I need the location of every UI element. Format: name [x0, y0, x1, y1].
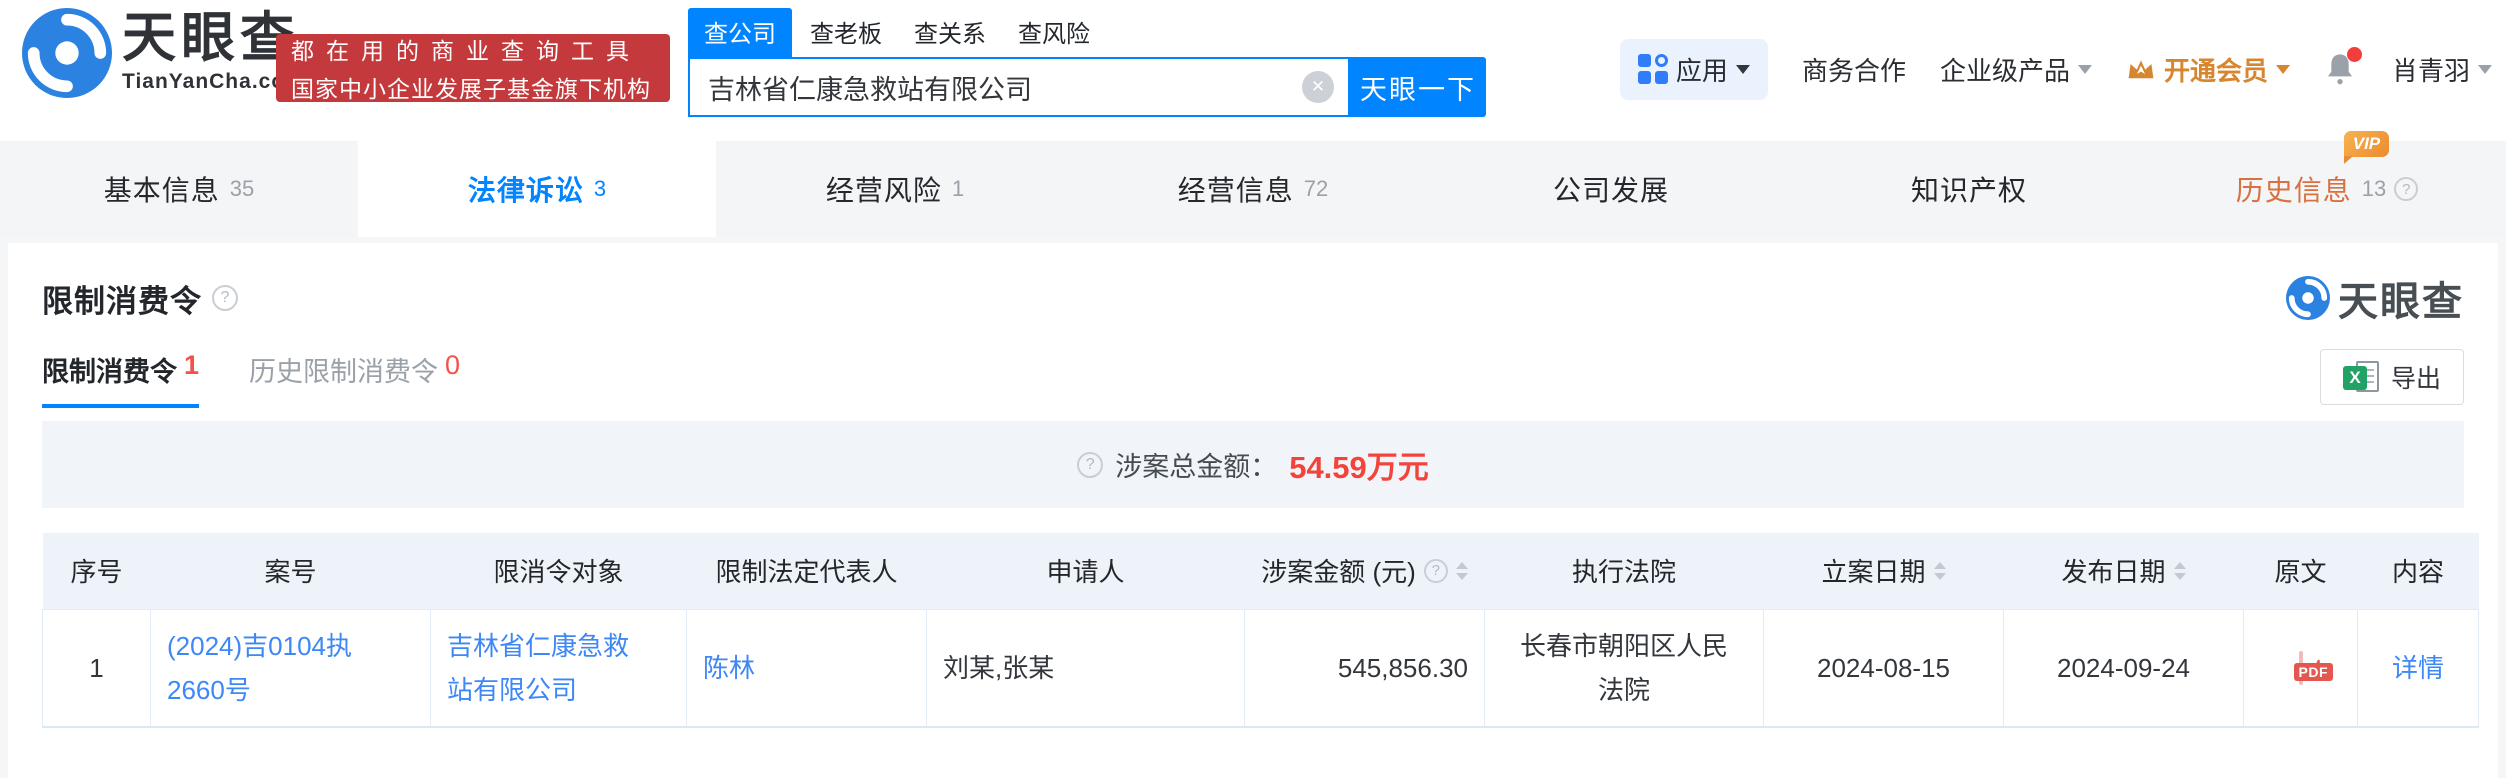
col-court: 执行法院 [1484, 533, 1764, 609]
nav-business-label: 商务合作 [1801, 55, 1906, 86]
search-button[interactable]: 天眼一下 [1350, 57, 1486, 117]
export-button[interactable]: 导出 [2319, 349, 2464, 405]
tianyancha-watermark-icon [2286, 276, 2330, 320]
subtab-historical-restriction-orders[interactable]: 历史限制消费令 0 [249, 350, 460, 408]
restricted-target-link[interactable]: 吉林省仁康急救站有限公司 [447, 624, 647, 712]
total-amount-value: 54.59万元 [1289, 450, 1429, 485]
tab-operational-risk[interactable]: 经营风险 1 [716, 141, 1074, 237]
tab-business-info[interactable]: 经营信息 72 [1074, 141, 1432, 237]
slogan-line-2: 国家中小企业发展子基金旗下机构 [291, 76, 651, 102]
help-icon[interactable] [1077, 451, 1104, 478]
help-icon[interactable] [1423, 558, 1448, 583]
apps-grid-icon [1637, 54, 1668, 84]
case-number-link[interactable]: (2024)吉0104执2660号 [167, 624, 402, 712]
col-publish-date: 发布日期 [2003, 533, 2244, 609]
tab-basic-info[interactable]: 基本信息 35 [0, 141, 358, 237]
tab-intellectual-property[interactable]: 知识产权 [1790, 141, 2148, 237]
apps-button[interactable]: 应用 [1619, 38, 1768, 100]
cell-original-doc: PDF [2243, 608, 2358, 728]
tab-legal-proceedings[interactable]: 法律诉讼 3 [358, 141, 716, 237]
sort-icon[interactable] [2173, 561, 2186, 580]
search-tabs: 查公司 查老板 查关系 查风险 [688, 8, 1486, 57]
username: 肖青羽 [2391, 55, 2470, 86]
vip-badge: VIP [2343, 131, 2390, 164]
slogan-line-1: 都在用的商业查询工具 [291, 38, 641, 64]
consumption-order-subtabs: 限制消费令 1 历史限制消费令 0 [42, 350, 460, 408]
col-filing-date: 立案日期 [1763, 533, 2004, 609]
help-icon[interactable] [2394, 177, 2419, 201]
cell-content: 详情 [2357, 608, 2479, 728]
col-amount: 涉案金额 (元) [1244, 533, 1485, 609]
search-input[interactable] [690, 59, 1348, 115]
search-tab-boss[interactable]: 查老板 [810, 8, 882, 57]
search-input-wrap: ✕ [688, 57, 1350, 117]
content-background: 限制消费令 天眼查 限制消费令 1 历史限制消费令 [0, 237, 2506, 778]
col-content: 内容 [2357, 533, 2479, 609]
sort-icon[interactable] [1455, 561, 1468, 580]
col-index: 序号 [42, 533, 151, 609]
cell-filing-date: 2024-08-15 [1763, 608, 2004, 728]
cell-legal-representative: 陈林 [686, 608, 927, 728]
nav-enterprise-label: 企业级产品 [1939, 55, 2070, 86]
summary-bar: 涉案总金额： 54.59万元 [42, 421, 2464, 508]
crown-icon [2128, 60, 2154, 79]
tab-historical-info[interactable]: VIP 历史信息 13 [2148, 131, 2506, 237]
tab-company-development[interactable]: 公司发展 [1432, 141, 1790, 237]
search-tab-risk[interactable]: 查风险 [1018, 8, 1090, 57]
total-amount-label: 涉案总金额： [1115, 452, 1278, 482]
slogan-badge: 都在用的商业查询工具 国家中小企业发展子基金旗下机构 [276, 34, 670, 102]
cell-amount: 545,856.30 [1244, 608, 1485, 728]
sort-icon[interactable] [1933, 561, 1946, 580]
apps-label: 应用 [1675, 55, 1728, 86]
table-header-row: 序号 案号 限消令对象 限制法定代表人 申请人 涉案金额 (元) 执行法院 [42, 533, 2479, 609]
search-block: 查公司 查老板 查关系 查风险 ✕ 天眼一下 [688, 8, 1486, 117]
table-row: 1 (2024)吉0104执2660号 吉林省仁康急救站有限公司 陈林 刘某,张… [42, 608, 2479, 728]
chevron-down-icon [2275, 64, 2290, 74]
notification-dot [2346, 47, 2362, 62]
col-restricted-target: 限消令对象 [430, 533, 687, 609]
cell-case-number: (2024)吉0104执2660号 [150, 608, 431, 728]
chevron-down-icon [2478, 64, 2492, 74]
cell-applicant: 刘某,张某 [926, 608, 1245, 728]
company-section-tabs: 基本信息 35 法律诉讼 3 经营风险 1 经营信息 72 公司发展 知识产权 … [0, 131, 2506, 237]
user-menu[interactable]: 肖青羽 [2392, 51, 2492, 88]
clear-icon[interactable]: ✕ [1302, 71, 1334, 103]
search-tab-company[interactable]: 查公司 [688, 8, 792, 57]
subtab-restriction-orders[interactable]: 限制消费令 1 [42, 350, 200, 408]
restriction-orders-table: 序号 案号 限消令对象 限制法定代表人 申请人 涉案金额 (元) 执行法院 [42, 533, 2479, 728]
col-original-doc: 原文 [2243, 533, 2358, 609]
col-case-number: 案号 [150, 533, 431, 609]
detail-link[interactable]: 详情 [2392, 653, 2444, 683]
chevron-down-icon [1735, 64, 1750, 74]
cell-publish-date: 2024-09-24 [2003, 608, 2244, 728]
tianyancha-logo[interactable]: 天眼查 TianYanCha.com [22, 8, 305, 98]
pdf-icon[interactable]: PDF [2293, 650, 2333, 685]
content-card: 限制消费令 天眼查 限制消费令 1 历史限制消费令 [8, 243, 2498, 778]
help-icon[interactable] [212, 285, 238, 311]
chevron-down-icon [2077, 64, 2092, 74]
notification-bell[interactable] [2324, 47, 2362, 87]
nav-business-cooperation[interactable]: 商务合作 [1802, 51, 1906, 88]
search-tab-relations[interactable]: 查关系 [914, 8, 986, 57]
nav-enterprise-products[interactable]: 企业级产品 [1940, 51, 2092, 88]
col-applicant: 申请人 [926, 533, 1245, 609]
excel-icon [2342, 361, 2379, 393]
tianyancha-logo-icon [22, 8, 112, 98]
legal-representative-link[interactable]: 陈林 [703, 653, 755, 683]
section-title: 限制消费令 [42, 283, 202, 319]
top-nav: 应用 商务合作 企业级产品 开通会员 肖青羽 [1619, 36, 2492, 102]
membership-label: 开通会员 [2163, 55, 2268, 86]
cell-court: 长春市朝阳区人民法院 [1484, 608, 1764, 728]
tianyancha-watermark: 天眼查 [2286, 269, 2464, 327]
cell-restricted-target: 吉林省仁康急救站有限公司 [430, 608, 687, 728]
nav-open-membership[interactable]: 开通会员 [2126, 51, 2290, 88]
top-bar: 天眼查 TianYanCha.com 都在用的商业查询工具 国家中小企业发展子基… [0, 0, 2506, 141]
cell-index: 1 [42, 608, 151, 728]
watermark-text: 天眼查 [2338, 280, 2464, 324]
col-legal-representative: 限制法定代表人 [686, 533, 927, 609]
